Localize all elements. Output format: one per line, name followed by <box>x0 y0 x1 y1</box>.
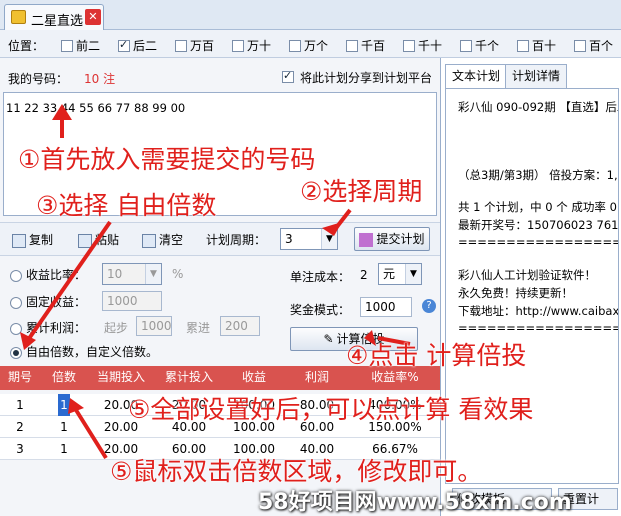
arrow-head <box>52 104 72 120</box>
annotation-step4: ④点击 计算倍投 <box>346 341 527 370</box>
annotation-step6: ⑤鼠标双击倍数区域，修改即可。 <box>110 457 483 486</box>
annotation-step2: ②选择周期 <box>300 177 423 206</box>
arrow-head <box>322 222 342 236</box>
annotation-step1: ①首先放入需要提交的号码 <box>18 145 316 174</box>
annotation-step5: ⑤全部设置好后，可以点计算 看效果 <box>128 395 534 424</box>
annotation-arrows <box>20 104 411 460</box>
annotation-step3: ③选择 自由倍数 <box>36 191 217 220</box>
watermark: 58好项目网www.58xm.com <box>258 490 572 515</box>
